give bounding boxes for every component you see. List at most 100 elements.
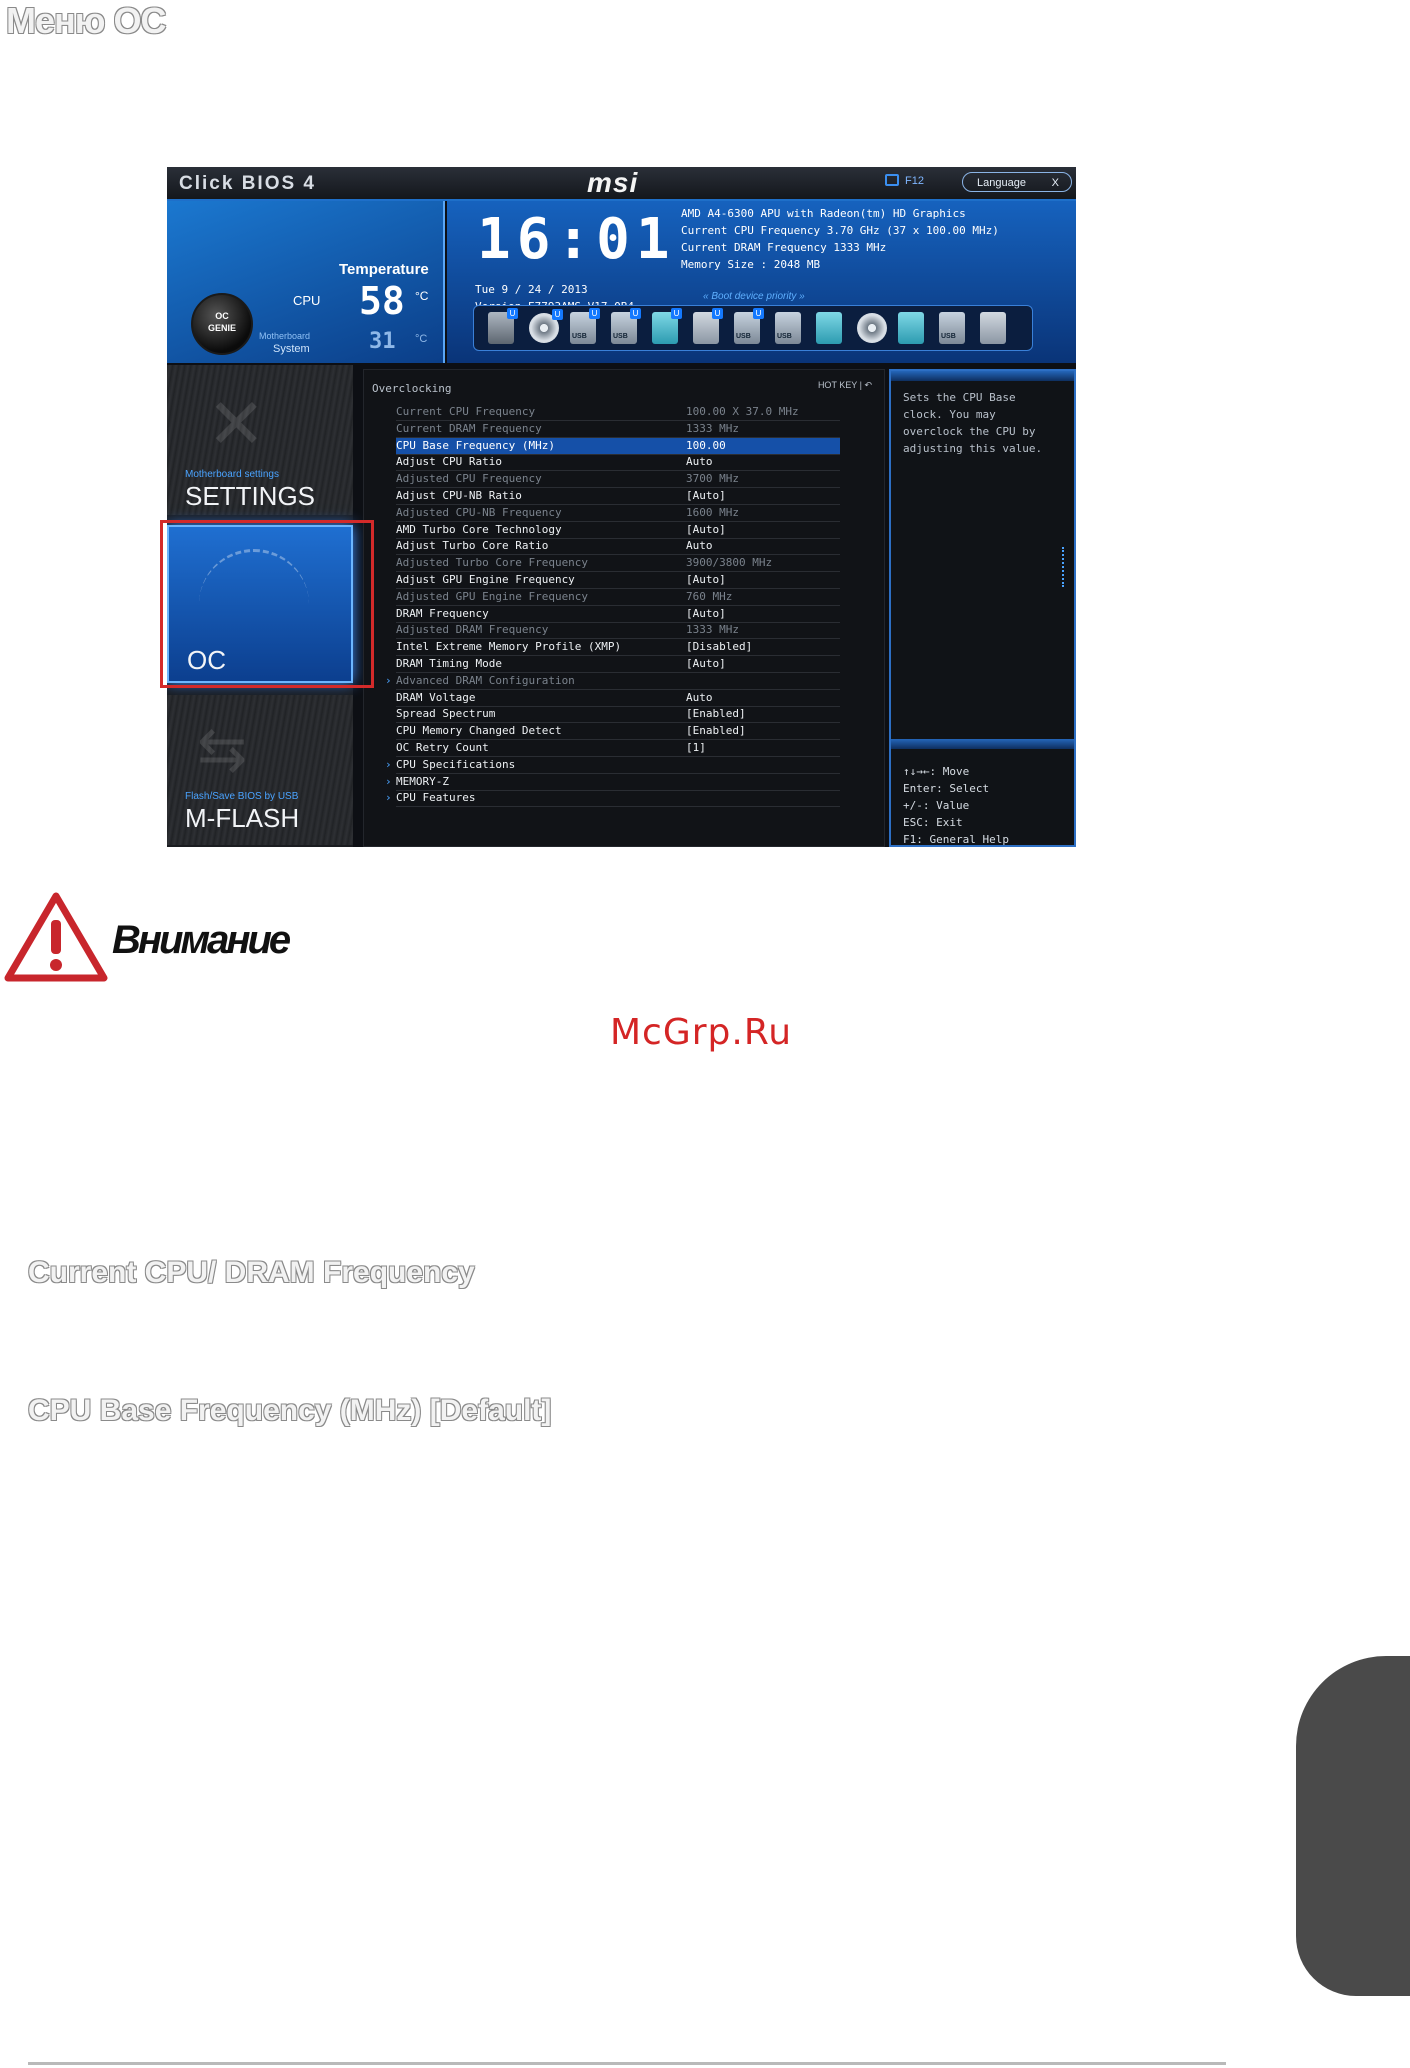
setting-name: Intel Extreme Memory Profile (XMP) — [396, 640, 622, 654]
table-row[interactable]: Adjusted DRAM Frequency 1333 MHz — [396, 622, 840, 640]
oc-highlight-frame — [160, 520, 374, 688]
setting-value: 100.00 X 37.0 MHz — [686, 405, 799, 418]
system-temp-label: System — [273, 343, 310, 355]
setting-name: CPU Features — [396, 791, 476, 805]
setting-name: Current DRAM Frequency — [396, 421, 542, 435]
help-key-exit: ESC: Exit — [903, 816, 963, 829]
sidebar-item-mflash[interactable]: ⇆ Flash/Save BIOS by USB M-FLASH — [167, 695, 353, 845]
sysinfo-dram-freq: Current DRAM Frequency 1333 MHz — [681, 241, 887, 254]
help-divider[interactable] — [891, 739, 1074, 749]
sidebar-item-settings[interactable]: ✕ Motherboard settings SETTINGS — [167, 365, 353, 515]
usb-drive-icon[interactable]: USB — [939, 312, 965, 344]
motherboard-label: Motherboard — [259, 331, 311, 341]
memory-card-icon[interactable] — [980, 312, 1006, 344]
chevron-right-icon: › — [385, 673, 392, 687]
bios-screenshot: Click BIOS 4 msi F12 Language X OC GENIE… — [167, 167, 1076, 847]
table-row[interactable]: Intel Extreme Memory Profile (XMP) [Disab… — [396, 639, 840, 657]
overclocking-panel: Overclocking HOT KEY | ↶ Current CPU Fre… — [363, 369, 885, 847]
setting-name: Adjust CPU Ratio — [396, 455, 502, 469]
network-boot-icon[interactable] — [898, 312, 924, 344]
help-panel: Sets the CPU Base clock. You may overclo… — [889, 369, 1076, 847]
table-row[interactable]: Adjust CPU Ratio Auto — [396, 454, 840, 472]
setting-value: [Auto] — [686, 606, 726, 620]
table-row[interactable]: Adjust GPU Engine Frequency [Auto] — [396, 572, 840, 589]
table-row[interactable]: CPU Base Frequency (MHz) 100.00 — [396, 437, 840, 455]
uefi-badge: U — [507, 308, 518, 319]
table-row[interactable]: OC Retry Count [1] — [396, 740, 840, 757]
language-label: Language — [977, 177, 1026, 189]
setting-value: 1333 MHz — [686, 623, 739, 637]
language-side-tab — [1296, 1656, 1410, 1996]
table-row[interactable]: Adjust CPU-NB Ratio [Auto] — [396, 488, 840, 505]
help-panel-handle[interactable] — [1062, 547, 1074, 587]
tools-icon: ✕ — [207, 385, 266, 463]
close-icon[interactable]: X — [1052, 173, 1059, 193]
table-row[interactable]: › CPU Features — [385, 790, 840, 808]
network-boot-icon[interactable] — [816, 312, 842, 344]
page-title: Меню OC — [6, 0, 166, 41]
screenshot-icon[interactable] — [885, 174, 899, 186]
sidebar-label-mflash: M-FLASH — [185, 803, 300, 833]
table-row[interactable]: › CPU Specifications — [385, 757, 840, 774]
warning-icon — [4, 892, 108, 987]
oc-genie-label-2: GENIE — [207, 323, 236, 333]
setting-name: CPU Memory Changed Detect — [396, 724, 562, 738]
setting-value: 1333 MHz — [686, 421, 739, 435]
table-row[interactable]: Adjusted CPU Frequency 3700 MHz — [396, 471, 840, 489]
help-scroll-top[interactable] — [891, 371, 1074, 381]
table-row[interactable]: Adjusted GPU Engine Frequency 760 MHz — [396, 589, 840, 606]
setting-value: Auto — [686, 455, 713, 469]
hard-drive-icon[interactable]: U — [488, 308, 518, 344]
network-boot-icon[interactable]: U — [652, 308, 682, 344]
hotkey-button[interactable]: HOT KEY | ↶ — [818, 380, 872, 391]
setting-value: [Auto] — [686, 522, 726, 536]
optical-disc-icon[interactable]: U — [529, 309, 563, 343]
temperature-panel: OC GENIE Temperature CPU 58 °C Motherboa… — [167, 201, 445, 363]
setting-value: 1600 MHz — [686, 505, 739, 519]
table-row[interactable]: AMD Turbo Core Technology [Auto] — [396, 522, 840, 539]
setting-value: 100.00 — [686, 438, 726, 452]
table-row[interactable]: DRAM Timing Mode [Auto] — [396, 656, 840, 673]
setting-name: Adjust GPU Engine Frequency — [396, 573, 575, 586]
boot-device-bar[interactable]: U U U USB U USB U U U USB USB USB — [473, 305, 1033, 351]
sysinfo-block: AMD A4-6300 APU with Radeon(tm) HD Graph… — [681, 205, 999, 273]
chevron-right-icon: › — [385, 774, 392, 788]
temperature-title: Temperature — [339, 261, 429, 278]
bios-brand: Click BIOS 4 — [179, 173, 316, 194]
system-info-panel: 16:01 Tue 9 / 24 / 2013 Version E7793AMS… — [447, 201, 1076, 363]
cpu-temp-value: 58 — [359, 279, 405, 323]
usb-drive-icon[interactable]: U USB — [570, 308, 600, 344]
language-button[interactable]: Language X — [962, 172, 1072, 192]
warning-label: Внимание — [112, 918, 291, 962]
table-row[interactable]: Adjusted Turbo Core Frequency 3900/3800 M… — [396, 555, 840, 573]
usb-drive-icon[interactable]: U USB — [734, 308, 764, 344]
memory-card-icon[interactable]: U — [693, 308, 723, 344]
sysinfo-cpu: AMD A4-6300 APU with Radeon(tm) HD Graph… — [681, 207, 966, 220]
usb-drive-icon[interactable]: U USB — [611, 308, 641, 344]
boot-device-label: USB — [777, 333, 792, 340]
setting-name: MEMORY-Z — [396, 774, 449, 788]
setting-name: DRAM Voltage — [396, 690, 476, 704]
table-row[interactable]: DRAM Frequency [Auto] — [396, 606, 840, 623]
table-row[interactable]: Spread Spectrum [Enabled] — [396, 706, 840, 724]
table-row[interactable]: › MEMORY-Z — [385, 774, 840, 791]
table-row[interactable]: › Advanced DRAM Configuration — [385, 673, 840, 690]
usb-drive-icon[interactable]: USB — [775, 312, 801, 344]
table-row[interactable]: Current DRAM Frequency 1333 MHz — [396, 421, 840, 438]
uefi-badge: U — [630, 308, 641, 319]
table-row[interactable]: Adjust Turbo Core Ratio Auto — [396, 538, 840, 556]
bios-top-bar: Click BIOS 4 msi F12 Language X — [167, 167, 1076, 201]
oc-genie-label-1: OC — [215, 311, 229, 321]
setting-value: [Enabled] — [686, 707, 746, 721]
setting-name: CPU Base Frequency (MHz) — [396, 438, 555, 452]
optical-disc-icon[interactable] — [857, 313, 887, 343]
table-row[interactable]: Current CPU Frequency 100.00 X 37.0 MHz — [396, 404, 840, 421]
table-row[interactable]: CPU Memory Changed Detect [Enabled] — [396, 723, 840, 741]
oc-genie-button[interactable]: OC GENIE — [191, 293, 253, 355]
uefi-badge: U — [552, 309, 563, 320]
setting-name: OC Retry Count — [396, 741, 489, 754]
table-row[interactable]: DRAM Voltage Auto — [396, 690, 840, 707]
table-row[interactable]: Adjusted CPU-NB Frequency 1600 MHz — [396, 505, 840, 522]
boot-device-label: USB — [941, 333, 956, 340]
help-key-select: Enter: Select — [903, 782, 990, 795]
